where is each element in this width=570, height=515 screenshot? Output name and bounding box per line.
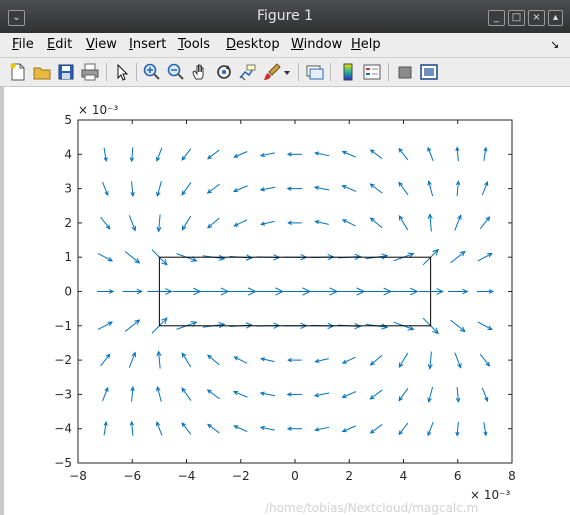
- zoom-out-icon[interactable]: [166, 62, 186, 82]
- close-button[interactable]: ×: [528, 10, 545, 26]
- y-tick-label: −1: [54, 319, 72, 333]
- extra-window-button[interactable]: ▴: [548, 10, 563, 26]
- menu-insert[interactable]: Insert: [129, 37, 166, 52]
- new-figure-icon[interactable]: [8, 62, 28, 82]
- x-tick-label: 2: [345, 469, 353, 483]
- x-tick-label: 0: [291, 469, 299, 483]
- y-tick-label: −2: [54, 353, 72, 367]
- window-title: Figure 1: [256, 8, 314, 24]
- menu-view[interactable]: View: [86, 37, 117, 52]
- edit-plot-arrow-icon[interactable]: [112, 62, 132, 82]
- hide-plot-tools-icon[interactable]: [395, 62, 415, 82]
- open-file-icon[interactable]: [32, 62, 52, 82]
- figure-window: ⌄ Figure 1 _ □ × ▴ File Edit View Insert…: [0, 0, 570, 515]
- toolbar: [0, 58, 570, 87]
- menu-tools[interactable]: Tools: [178, 37, 210, 52]
- y-tick-label: 2: [64, 216, 72, 230]
- brush-icon[interactable]: [262, 62, 282, 82]
- background-window-edge: [0, 87, 4, 515]
- y-tick-label: 5: [64, 113, 72, 127]
- legend-icon[interactable]: [362, 62, 382, 82]
- y-tick-label: 0: [64, 285, 72, 299]
- title-bar[interactable]: ⌄ Figure 1 _ □ × ▴: [0, 0, 570, 33]
- print-icon[interactable]: [80, 62, 100, 82]
- y-tick-label: 4: [64, 147, 72, 161]
- y-tick-label: −3: [54, 387, 72, 401]
- zoom-in-icon[interactable]: [142, 62, 162, 82]
- minimize-button[interactable]: _: [488, 10, 505, 26]
- quiver-plot[interactable]: −8 −6 −4 −2 0 2 4 6 8 −5 −4 −3 −2 −1 0 1 2 3 4 5 × 10⁻³ × 1…: [0, 87, 570, 515]
- show-plot-tools-icon[interactable]: [419, 62, 439, 82]
- pan-hand-icon[interactable]: [190, 62, 210, 82]
- y-tick-label: −5: [54, 456, 72, 470]
- rotate-3d-icon[interactable]: [214, 62, 234, 82]
- x-tick-label: 8: [508, 469, 516, 483]
- dock-arrow-icon[interactable]: ↘: [550, 38, 559, 51]
- toolbar-separator: [388, 63, 389, 81]
- x-tick-label: −4: [178, 469, 196, 483]
- x-tick-label: 4: [400, 469, 408, 483]
- maximize-button[interactable]: □: [508, 10, 525, 26]
- toolbar-separator: [106, 63, 107, 81]
- x-tick-label: 6: [454, 469, 462, 483]
- x-tick-label: −8: [69, 469, 87, 483]
- toolbar-separator: [330, 63, 331, 81]
- y-tick-label: 1: [64, 250, 72, 264]
- status-path-text: /home/tobias/Nextcloud/magcalc.m: [265, 501, 479, 515]
- x-tick-label: −6: [123, 469, 141, 483]
- x-exponent-label: × 10⁻³: [470, 488, 510, 502]
- brush-dropdown-icon[interactable]: [282, 62, 292, 82]
- y-tick-label: 3: [64, 182, 72, 196]
- toolbar-separator: [298, 63, 299, 81]
- link-plot-icon[interactable]: [305, 62, 325, 82]
- y-tick-label: −4: [54, 422, 72, 436]
- data-cursor-icon[interactable]: [238, 62, 258, 82]
- x-tick-label: −2: [232, 469, 250, 483]
- menu-desktop[interactable]: Desktop: [226, 37, 280, 52]
- menu-help[interactable]: Help: [351, 37, 381, 52]
- menu-bar: File Edit View Insert Tools Desktop Wind…: [0, 33, 570, 58]
- menu-edit[interactable]: Edit: [47, 37, 72, 52]
- figure-canvas[interactable]: −8 −6 −4 −2 0 2 4 6 8 −5 −4 −3 −2 −1 0 1 2 3 4 5 × 10⁻³ × 1…: [0, 87, 570, 515]
- save-icon[interactable]: [56, 62, 76, 82]
- y-exponent-label: × 10⁻³: [78, 103, 118, 117]
- menu-file[interactable]: File: [12, 37, 34, 52]
- colorbar-icon[interactable]: [338, 62, 358, 82]
- menu-window[interactable]: Window: [291, 37, 342, 52]
- toolbar-separator: [136, 63, 137, 81]
